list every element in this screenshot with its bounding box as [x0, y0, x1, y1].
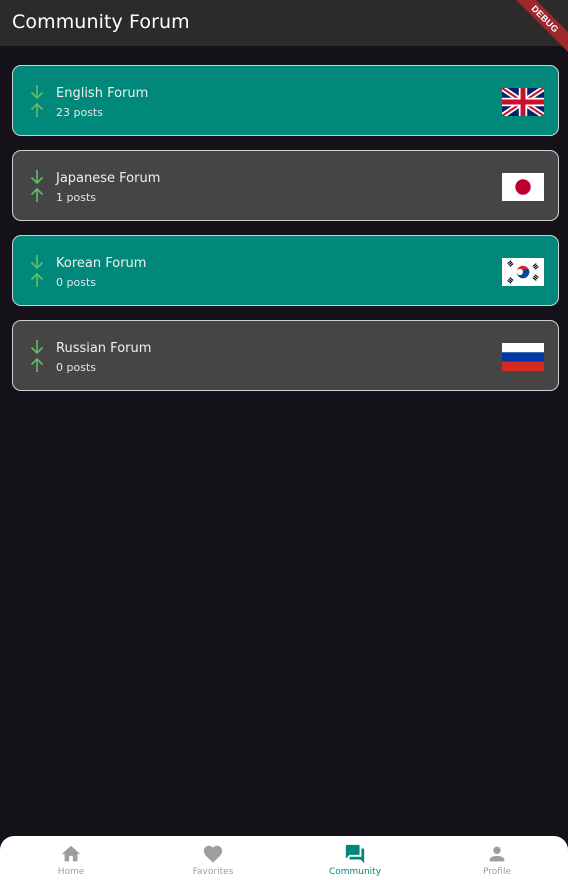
arrow-up-icon: [30, 187, 44, 202]
nav-item-favorites[interactable]: Favorites: [142, 836, 284, 880]
arrow-up-icon: [30, 272, 44, 287]
sort-arrows: [29, 169, 45, 205]
nav-label: Home: [57, 867, 85, 877]
sort-arrows: [29, 84, 45, 120]
arrow-up-icon: [30, 102, 44, 117]
arrow-down-icon: [30, 170, 44, 185]
arrow-up-icon: [30, 357, 44, 372]
app-screen: Community Forum DEBUG English Forum 23 p…: [0, 0, 568, 880]
forum-title: Russian Forum: [56, 341, 152, 356]
arrow-down-icon: [30, 85, 44, 100]
arrow-down-icon: [30, 340, 44, 355]
forum-list: English Forum 23 posts Japanese Forum 1 …: [12, 65, 559, 405]
nav-label: Profile: [483, 867, 511, 877]
forum-card-russian[interactable]: Russian Forum 0 posts: [12, 320, 559, 391]
nav-label: Favorites: [192, 867, 234, 877]
forum-title: Korean Forum: [56, 256, 147, 271]
page-title: Community Forum: [12, 11, 190, 33]
forum-post-count: 0 posts: [56, 276, 96, 289]
forum-title: Japanese Forum: [56, 171, 161, 186]
forum-card-japanese[interactable]: Japanese Forum 1 posts: [12, 150, 559, 221]
home-icon: [61, 845, 81, 862]
person-icon: [489, 846, 505, 862]
arrow-down-icon: [30, 255, 44, 270]
forum-card-korean[interactable]: Korean Forum 0 posts: [12, 235, 559, 306]
korea-flag-icon: [502, 258, 544, 286]
japan-flag-icon: [502, 173, 544, 201]
sort-arrows: [29, 254, 45, 290]
forum-card-english[interactable]: English Forum 23 posts: [12, 65, 559, 136]
forum-post-count: 23 posts: [56, 106, 103, 119]
russia-flag-icon: [502, 343, 544, 371]
debug-label: DEBUG: [508, 0, 568, 56]
nav-label: Community: [328, 867, 382, 877]
forum-post-count: 0 posts: [56, 361, 96, 374]
forum-post-count: 1 posts: [56, 191, 96, 204]
forum-icon: [345, 844, 365, 864]
forum-title: English Forum: [56, 86, 149, 101]
sort-arrows: [29, 339, 45, 375]
bottom-navigation-bar: Home Favorites Community Profile: [0, 836, 568, 880]
nav-item-community[interactable]: Community: [284, 836, 426, 880]
debug-banner: DEBUG: [508, 0, 568, 60]
nav-item-profile[interactable]: Profile: [426, 836, 568, 880]
uk-flag-icon: [502, 88, 544, 116]
nav-item-home[interactable]: Home: [0, 836, 142, 880]
app-bar: Community Forum DEBUG: [0, 0, 568, 56]
heart-icon: [203, 845, 223, 863]
